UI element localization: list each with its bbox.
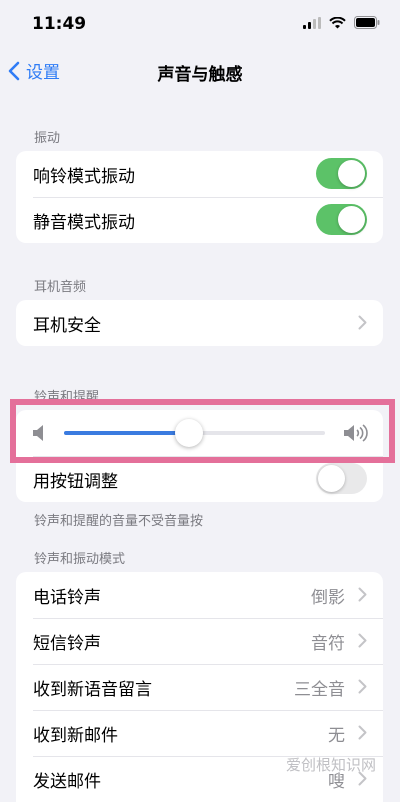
row-ring-vibration[interactable]: 响铃模式振动 [16, 151, 383, 197]
row-headphone-safety[interactable]: 耳机安全 [16, 300, 383, 346]
silent-vibration-toggle[interactable] [316, 204, 367, 235]
section-header-patterns: 铃声和振动模式 [34, 552, 126, 567]
row-ringtone[interactable]: 电话铃声 倒影 [16, 572, 383, 618]
toggle-knob [318, 465, 345, 492]
chevron-right-icon [358, 633, 367, 648]
status-time: 11:49 [32, 14, 87, 34]
ringer-footer-note: 铃声和提醒的音量不受音量按 [34, 514, 204, 529]
chevron-right-icon [358, 315, 367, 330]
row-new-voicemail[interactable]: 收到新语音留言 三全音 [16, 664, 383, 710]
chevron-right-icon [358, 679, 367, 694]
row-label: 发送邮件 [33, 771, 101, 792]
chevron-right-icon [358, 587, 367, 602]
row-label: 响铃模式振动 [33, 166, 135, 187]
row-value: 三全音 [294, 679, 345, 700]
row-label: 收到新语音留言 [33, 679, 152, 700]
toggle-knob [338, 160, 365, 187]
row-label: 短信铃声 [33, 633, 101, 654]
page-title: 声音与触感 [157, 65, 243, 85]
row-label: 收到新邮件 [33, 725, 118, 746]
toggle-knob [338, 206, 365, 233]
section-header-vibration: 振动 [34, 131, 61, 146]
volume-highlight-box [10, 399, 395, 463]
adjust-with-buttons-toggle[interactable] [316, 463, 367, 494]
row-text-tone[interactable]: 短信铃声 音符 [16, 618, 383, 664]
battery-icon [354, 16, 380, 29]
wifi-icon [329, 16, 346, 28]
row-label: 耳机安全 [33, 315, 101, 336]
row-label: 用按钮调整 [33, 471, 118, 492]
navigation-bar: 设置 声音与触感 [0, 50, 400, 94]
headphone-group: 耳机安全 [16, 300, 383, 346]
row-label: 静音模式振动 [33, 212, 135, 233]
row-value: 音符 [311, 633, 345, 654]
ring-vibration-toggle[interactable] [316, 158, 367, 189]
cellular-signal-icon [303, 16, 321, 29]
section-header-headphone: 耳机音频 [34, 280, 87, 295]
row-value: 倒影 [311, 587, 345, 608]
row-new-mail[interactable]: 收到新邮件 无 [16, 710, 383, 756]
chevron-right-icon [358, 725, 367, 740]
watermark: 爱创根知识网 [285, 756, 376, 774]
status-icons [303, 16, 380, 29]
status-bar: 11:49 [0, 0, 400, 50]
row-silent-vibration[interactable]: 静音模式振动 [16, 197, 383, 243]
row-label: 电话铃声 [33, 587, 101, 608]
row-value: 无 [328, 725, 345, 746]
vibration-group: 响铃模式振动 静音模式振动 [16, 151, 383, 243]
